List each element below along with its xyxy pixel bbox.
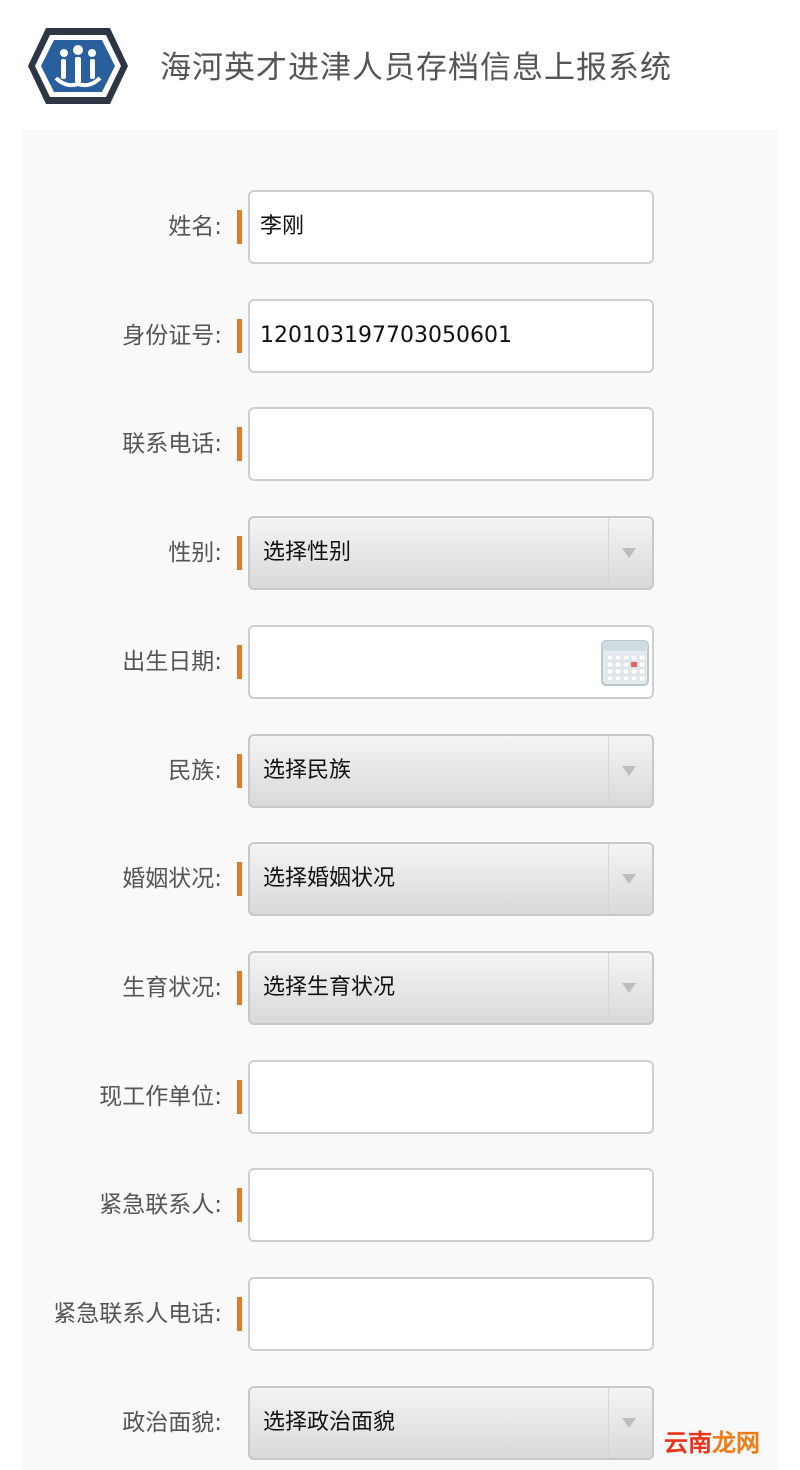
select-dropdown[interactable]: 选择生育状况 [248, 951, 654, 1025]
select-divider [608, 953, 609, 1023]
calendar-icon[interactable] [600, 635, 650, 689]
watermark-part1: 云南 [664, 1429, 712, 1457]
required-marker [237, 645, 242, 679]
select-divider [608, 736, 609, 806]
select-value: 选择婚姻状况 [263, 866, 396, 891]
watermark: 云南龙网 [664, 1428, 760, 1458]
select-value: 选择政治面貌 [263, 1410, 396, 1435]
text-input[interactable]: 李刚 [248, 190, 654, 264]
required-marker [237, 427, 242, 461]
select-value: 选择民族 [263, 758, 352, 783]
chevron-down-icon[interactable] [622, 548, 636, 558]
input-value: 李刚 [260, 214, 305, 239]
form-row: 紧急联系人电话: [0, 1277, 800, 1351]
text-input[interactable] [248, 1277, 654, 1351]
field-label: 紧急联系人电话: [53, 1301, 222, 1327]
required-marker [237, 971, 242, 1005]
select-divider [608, 844, 609, 914]
chevron-down-icon[interactable] [622, 983, 636, 993]
field-label: 政治面貌: [122, 1410, 222, 1436]
field-label: 性别: [168, 540, 222, 566]
form-row: 紧急联系人: [0, 1168, 800, 1242]
app-title: 海河英才进津人员存档信息上报系统 [160, 50, 672, 86]
field-label: 婚姻状况: [122, 866, 222, 892]
input-value: 120103197703050601 [260, 323, 512, 348]
select-value: 选择生育状况 [263, 975, 396, 1000]
field-label: 出生日期: [122, 649, 222, 675]
app-logo-icon [28, 28, 128, 104]
form-row: 联系电话: [0, 407, 800, 481]
field-label: 现工作单位: [99, 1084, 222, 1110]
chevron-down-icon[interactable] [622, 1418, 636, 1428]
field-label: 联系电话: [122, 431, 222, 457]
form-row: 生育状况: 选择生育状况 [0, 951, 800, 1025]
select-value: 选择性别 [263, 540, 352, 565]
required-marker [237, 754, 242, 788]
required-marker [237, 319, 242, 353]
form-row: 性别: 选择性别 [0, 516, 800, 590]
form-row: 身份证号: 120103197703050601 [0, 299, 800, 373]
form-row: 民族: 选择民族 [0, 734, 800, 808]
field-label: 民族: [168, 758, 222, 784]
form-row: 现工作单位: [0, 1060, 800, 1134]
date-input[interactable] [248, 625, 654, 699]
required-marker [237, 862, 242, 896]
field-label: 紧急联系人: [99, 1192, 222, 1218]
select-dropdown[interactable]: 选择民族 [248, 734, 654, 808]
field-label: 姓名: [168, 214, 222, 240]
select-dropdown[interactable]: 选择性别 [248, 516, 654, 590]
required-marker [237, 210, 242, 244]
select-divider [608, 518, 609, 588]
app-header: 海河英才进津人员存档信息上报系统 [0, 0, 800, 130]
text-input[interactable] [248, 1060, 654, 1134]
form-row: 姓名: 李刚 [0, 190, 800, 264]
field-label: 生育状况: [122, 975, 222, 1001]
required-marker [237, 1080, 242, 1114]
field-label: 身份证号: [122, 323, 222, 349]
required-marker [237, 536, 242, 570]
chevron-down-icon[interactable] [622, 766, 636, 776]
text-input[interactable]: 120103197703050601 [248, 299, 654, 373]
text-input[interactable] [248, 1168, 654, 1242]
watermark-part2: 龙网 [712, 1429, 760, 1457]
form-row: 婚姻状况: 选择婚姻状况 [0, 842, 800, 916]
chevron-down-icon[interactable] [622, 874, 636, 884]
text-input[interactable] [248, 407, 654, 481]
form-row: 出生日期: [0, 625, 800, 699]
select-dropdown[interactable]: 选择婚姻状况 [248, 842, 654, 916]
select-dropdown[interactable]: 选择政治面貌 [248, 1386, 654, 1460]
required-marker [237, 1297, 242, 1331]
required-marker [237, 1188, 242, 1222]
select-divider [608, 1388, 609, 1458]
